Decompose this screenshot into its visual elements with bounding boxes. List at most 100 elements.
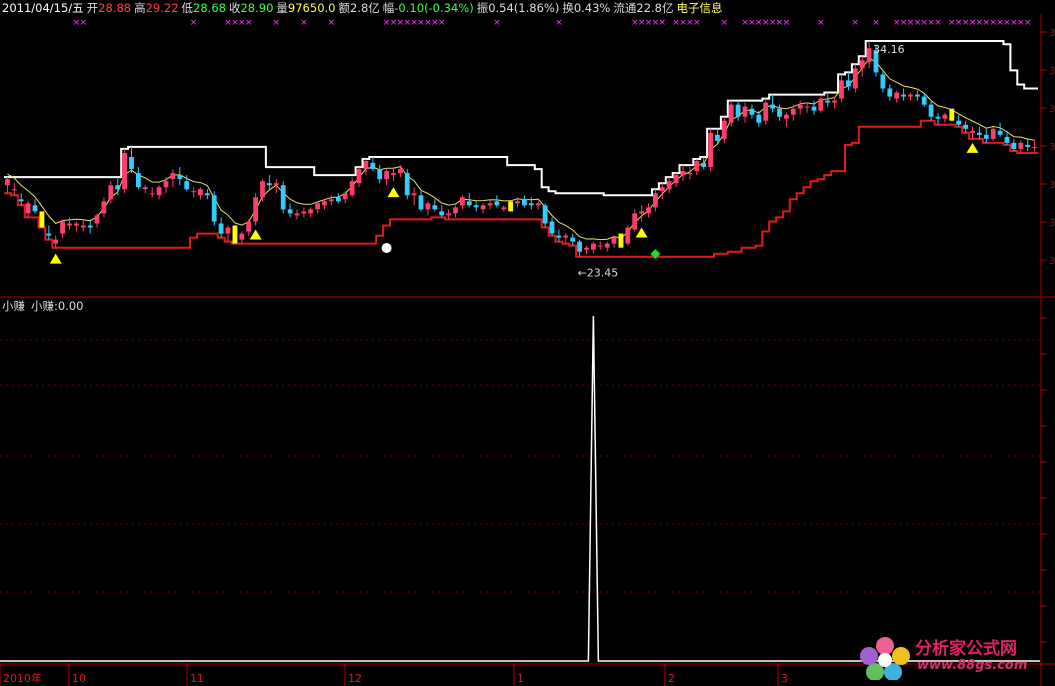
candle-body [239, 233, 245, 240]
candle-body [528, 203, 534, 206]
candle-body [494, 201, 500, 206]
candle-body [659, 187, 665, 192]
open-value: 28.88 [98, 1, 132, 15]
candle-body [191, 191, 196, 193]
candle-body [770, 104, 775, 109]
candle-body [225, 227, 231, 234]
candle-body [563, 235, 569, 238]
candle-body [1032, 146, 1037, 148]
candle-body [611, 237, 617, 244]
signal-x-mark: × [721, 18, 729, 28]
close-label: 收 [228, 1, 241, 15]
candle-body [763, 102, 769, 121]
logo-url: www.88gs.com [917, 658, 1028, 673]
buy-triangle-icon [635, 227, 648, 238]
sector-name: 电子信息 [676, 1, 723, 15]
candle-body [839, 80, 844, 99]
candle-body [473, 205, 479, 208]
candle-body [556, 235, 562, 238]
buy-triangle-icon [966, 142, 979, 153]
indicator-line [0, 315, 1040, 662]
low-annotation: ←23.45 [578, 267, 619, 280]
time-axis-label: 1 [517, 672, 524, 685]
candle-body [5, 179, 10, 186]
candle-body [859, 60, 865, 69]
candle-body [74, 223, 79, 226]
open-label: 开 [86, 1, 99, 15]
candle-body [136, 173, 141, 188]
low-label: 低 [181, 1, 194, 15]
candle-body [204, 193, 210, 196]
candle-body [1011, 142, 1017, 149]
candle-body [466, 201, 472, 206]
candle-body [825, 100, 831, 103]
signal-x-mark: × [273, 18, 281, 28]
candle-body [866, 48, 872, 63]
candle-body [1018, 142, 1024, 149]
candle-body [384, 171, 389, 180]
white-dot-icon [381, 243, 392, 253]
candle-body [11, 189, 17, 191]
candle-body [411, 193, 417, 196]
buy-triangle-icon [49, 253, 62, 264]
candle-body [87, 225, 93, 228]
candle-body [260, 181, 265, 198]
time-axis-label: 2 [668, 672, 675, 685]
candle-body [363, 161, 369, 170]
amount-value: 2.8亿 [349, 1, 380, 15]
candle-body [315, 203, 320, 210]
candle-body [329, 199, 334, 202]
candle-body [852, 68, 858, 89]
high-annotation: 34.16 [873, 43, 905, 56]
candle-body [646, 207, 651, 214]
candle-body [115, 185, 121, 190]
upper-band-line [4, 40, 1038, 197]
candle-body [921, 96, 927, 105]
candle-body [804, 106, 810, 108]
candle-body [460, 197, 465, 206]
candle-body [708, 132, 713, 167]
quote-date: 2011/04/15/五 [2, 1, 84, 15]
candle-body [404, 173, 410, 196]
time-axis-label: 12 [348, 672, 362, 685]
candle-body [625, 227, 631, 244]
low-value: 28.68 [193, 1, 226, 15]
signal-x-mark: × [872, 18, 880, 28]
candle-body [142, 187, 148, 190]
candle-body [756, 114, 762, 123]
candle-body [335, 197, 341, 202]
candle-body [577, 241, 582, 252]
candle-body [915, 94, 920, 97]
candle-body [480, 205, 486, 210]
candle-body [342, 193, 348, 200]
candle-body [301, 211, 307, 214]
candle-body [715, 134, 720, 141]
candle-body [391, 173, 396, 176]
candle-body [790, 108, 796, 115]
candle-body [535, 203, 541, 206]
candle-body [25, 203, 31, 214]
candle-body [735, 104, 741, 117]
buy-triangle-icon [249, 229, 262, 240]
volume-value: 97650.0 [287, 1, 336, 15]
candle-body [432, 205, 438, 210]
indicator-value-label: 小赚: [31, 299, 58, 313]
candle-body [129, 157, 134, 170]
time-axis-label: 10 [72, 672, 86, 685]
signal-x-mark: × [328, 18, 336, 28]
candle-body [32, 205, 38, 212]
candle-body [887, 88, 893, 97]
price-axis-label: 3 [1049, 218, 1055, 229]
quote-header: 2011/04/15/五 开28.88 高29.22 低28.68 收28.90 量976… [2, 1, 725, 15]
candle-body [846, 80, 851, 87]
candle-body [749, 108, 755, 115]
stock-chart: × × × × × × × × × × × × × × × × × × × × × × × × × × × × × × × × × × × × × × × ×… [0, 14, 1055, 686]
candle-body [742, 106, 748, 117]
candle-body [501, 207, 507, 210]
candle-body [439, 211, 445, 216]
high-label: 高 [134, 1, 146, 15]
candle-body [728, 104, 734, 123]
candle-body [418, 195, 424, 210]
signal-x-mark: × [79, 18, 87, 28]
candle-body [280, 185, 286, 210]
